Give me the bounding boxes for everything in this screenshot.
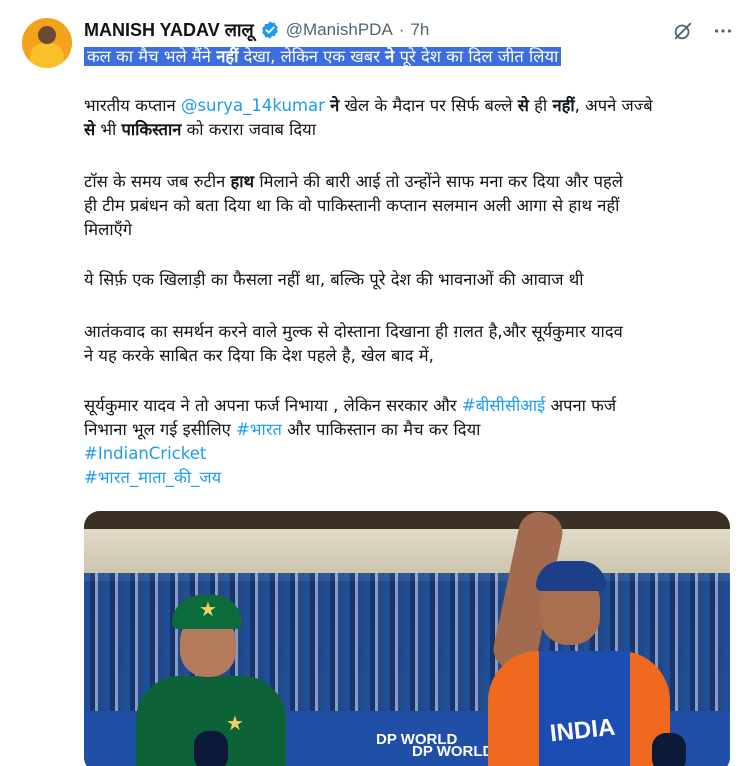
tweet-paragraph-3: ये सिर्फ़ एक खिलाड़ी का फैसला नहीं था, ब… <box>84 268 730 292</box>
board-text: DP WORLD <box>412 743 494 760</box>
highlight-seg-bold: ने <box>385 47 395 66</box>
stadium-roof <box>84 511 730 529</box>
text-line: ही टीम प्रबंधन को बता दिया था कि वो पाकि… <box>84 196 620 215</box>
text-seg-bold: से <box>517 96 529 115</box>
highlight-seg-bold: नहीं <box>216 47 239 66</box>
highlight-seg: पूरे देश का दिल जीत लिया <box>394 47 559 66</box>
text-seg: को करारा जवाब दिया <box>181 120 317 139</box>
tweet-paragraph-5: सूर्यकुमार यादव ने तो अपना फर्ज निभाया ,… <box>84 394 730 490</box>
text-line: ने यह करके साबित कर दिया कि देश पहले है,… <box>84 346 434 365</box>
tweet-header: MANISH YADAV लालू @ManishPDA · 7h <box>84 18 429 42</box>
tweet-media-image[interactable]: DP WORLD DP WORLD ★ ★ INDIA <box>84 511 730 766</box>
avatar-figure-body <box>30 43 64 68</box>
text-line: सूर्यकुमार यादव ने तो अपना फर्ज निभाया ,… <box>84 394 730 418</box>
avatar-figure-head <box>38 26 56 44</box>
text-seg-bold: ने <box>330 96 340 115</box>
text-line: आतंकवाद का समर्थन करने वाले मुल्क से दोस… <box>84 322 623 341</box>
hashtag-link[interactable]: #भारत <box>236 420 282 439</box>
author-avatar[interactable] <box>22 18 72 68</box>
text-seg: निभाना भूल गई इसीलिए <box>84 420 237 439</box>
text-line: भारतीय कप्तान @surya_14kumar ने खेल के म… <box>84 94 730 118</box>
grok-icon[interactable] <box>672 20 694 42</box>
tweet-highlight-line: कल का मैच भले मैंने नहीं देखा, लेकिन एक … <box>84 45 730 69</box>
text-line: ये सिर्फ़ एक खिलाड़ी का फैसला नहीं था, ब… <box>84 270 584 289</box>
text-seg-bold: हाथ <box>230 172 255 191</box>
text-seg: , अपने जज्बे <box>574 96 653 115</box>
text-seg: अपना फर्ज <box>545 396 617 415</box>
mention-link[interactable]: @surya_14kumar <box>181 96 325 115</box>
text-seg: मिलाने की बारी आई तो उन्होंने साफ मना कर… <box>254 172 623 191</box>
star-icon: ★ <box>199 597 217 621</box>
text-line: निभाना भूल गई इसीलिए #भारत और पाकिस्तान … <box>84 418 730 442</box>
text-line: मिलाएँगे <box>84 220 133 239</box>
text-line: टॉस के समय जब रुटीन हाथ मिलाने की बारी आ… <box>84 170 730 194</box>
text-seg-bold: पाकिस्तान <box>121 120 182 139</box>
highlight-seg: कल का मैच भले मैंने <box>87 47 217 66</box>
microphone-left <box>194 731 228 766</box>
tweet-card[interactable]: MANISH YADAV लालू @ManishPDA · 7h कल का … <box>0 0 752 766</box>
hashtag-link[interactable]: #भारत_माता_की_जय <box>84 466 730 490</box>
text-seg: सूर्यकुमार यादव ने तो अपना फर्ज निभाया ,… <box>84 396 462 415</box>
text-seg-bold: से <box>84 120 96 139</box>
author-name[interactable]: MANISH YADAV लालू <box>84 18 254 42</box>
player-right-cap <box>536 561 606 591</box>
tweet-paragraph-2: टॉस के समय जब रुटीन हाथ मिलाने की बारी आ… <box>84 170 730 242</box>
author-handle[interactable]: @ManishPDA <box>286 20 393 40</box>
text-seg: खेल के मैदान पर सिर्फ बल्ले <box>339 96 518 115</box>
text-seg: भी <box>95 120 122 139</box>
microphone-right <box>652 733 686 766</box>
tweet-time[interactable]: 7h <box>410 20 429 40</box>
text-seg-bold: नहीं <box>552 96 575 115</box>
tweet-actions-top <box>672 20 734 42</box>
text-seg: टॉस के समय जब रुटीन <box>84 172 231 191</box>
highlight-seg: देखा, लेकिन एक खबर <box>238 47 386 66</box>
star-icon: ★ <box>226 711 244 735</box>
player-right-body <box>488 651 670 766</box>
text-seg: और पाकिस्तान का मैच कर दिया <box>281 420 481 439</box>
highlighted-text: कल का मैच भले मैंने नहीं देखा, लेकिन एक … <box>84 47 562 66</box>
tweet-paragraph-1: भारतीय कप्तान @surya_14kumar ने खेल के म… <box>84 94 730 142</box>
hashtag-link[interactable]: #बीसीसीआई <box>462 396 545 415</box>
hashtag-link[interactable]: #IndianCricket <box>84 442 730 466</box>
text-seg: ही <box>528 96 553 115</box>
text-line: से भी पाकिस्तान को करारा जवाब दिया <box>84 118 730 142</box>
tweet-paragraph-4: आतंकवाद का समर्थन करने वाले मुल्क से दोस… <box>84 320 730 368</box>
separator-dot: · <box>398 20 405 39</box>
text-seg: भारतीय कप्तान <box>84 96 181 115</box>
verified-badge-icon <box>261 21 278 39</box>
more-options-icon[interactable] <box>712 20 734 42</box>
